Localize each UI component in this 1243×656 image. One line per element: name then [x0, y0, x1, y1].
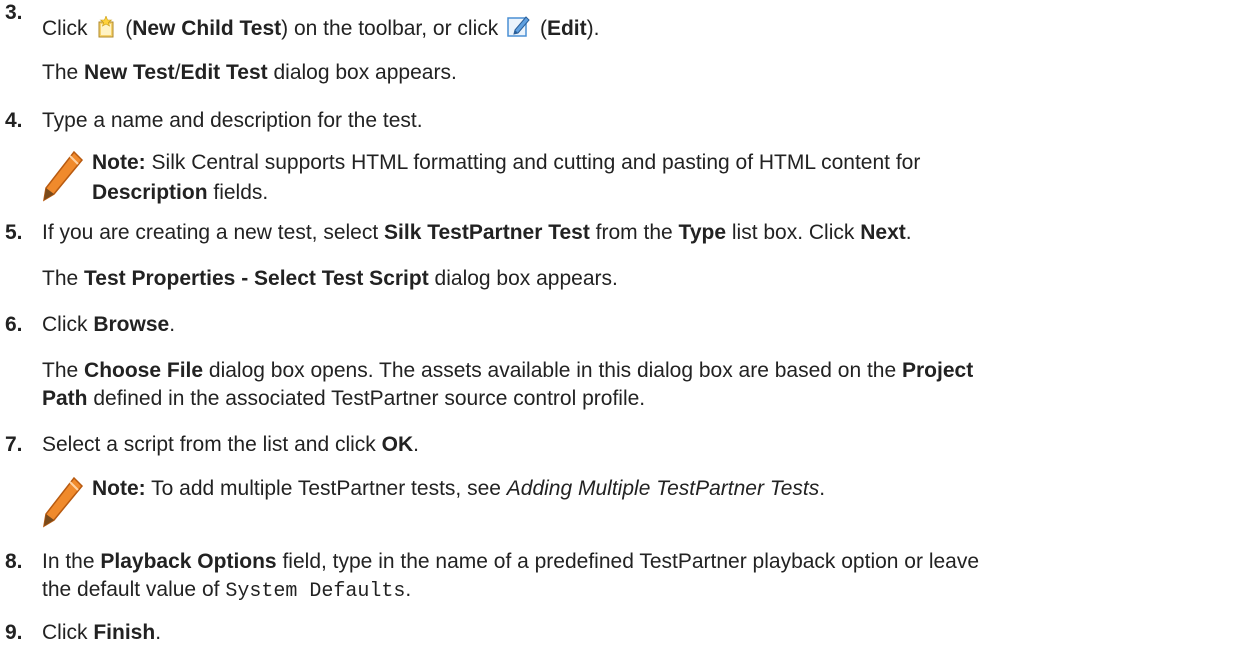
new-child-test-icon	[96, 15, 116, 45]
step-text: Type a name and description for the test…	[42, 109, 423, 132]
step-result-line2: Path defined in the associated TestPartn…	[42, 387, 646, 410]
step-number: 4.	[5, 109, 23, 132]
step-number: 6.	[5, 313, 23, 336]
step-text: Select a script from the list and click …	[42, 433, 419, 456]
step-number: 8.	[5, 550, 23, 573]
step-text: Click Finish.	[42, 621, 162, 644]
step-text: Click Browse.	[42, 313, 176, 336]
step-result: The New Test/Edit Test dialog box appear…	[42, 61, 457, 84]
step-number: 5.	[5, 221, 23, 244]
note-text-line2: Description fields.	[92, 181, 269, 204]
edit-label: Edit	[546, 17, 587, 40]
code-value: System Defaults	[225, 580, 406, 603]
pencil-icon	[42, 150, 84, 209]
note-label: Note:	[92, 477, 146, 500]
note-label: Note:	[92, 151, 146, 174]
edit-icon	[507, 14, 531, 45]
pencil-icon	[42, 476, 84, 535]
step-number: 9.	[5, 621, 23, 644]
cross-reference-link[interactable]: Adding Multiple TestPartner Tests	[507, 477, 819, 500]
new-child-test-label: New Child Test	[132, 17, 282, 40]
step-result: The Test Properties - Select Test Script…	[42, 267, 618, 290]
note-text: Note: Silk Central supports HTML formatt…	[92, 151, 921, 174]
step-text: If you are creating a new test, select S…	[42, 221, 912, 244]
step-result: The Choose File dialog box opens. The as…	[42, 359, 974, 382]
document-page: 3. Click (New Child Test) on the toolbar…	[0, 0, 1243, 656]
step-text: Click (New Child Test) on the toolbar, o…	[42, 14, 599, 45]
step-number: 3.	[5, 1, 23, 24]
step-text: In the Playback Options field, type in t…	[42, 550, 980, 573]
step-text-line2: the default value of System Defaults.	[42, 578, 412, 603]
note-text: Note: To add multiple TestPartner tests,…	[92, 477, 826, 500]
step-number: 7.	[5, 433, 23, 456]
